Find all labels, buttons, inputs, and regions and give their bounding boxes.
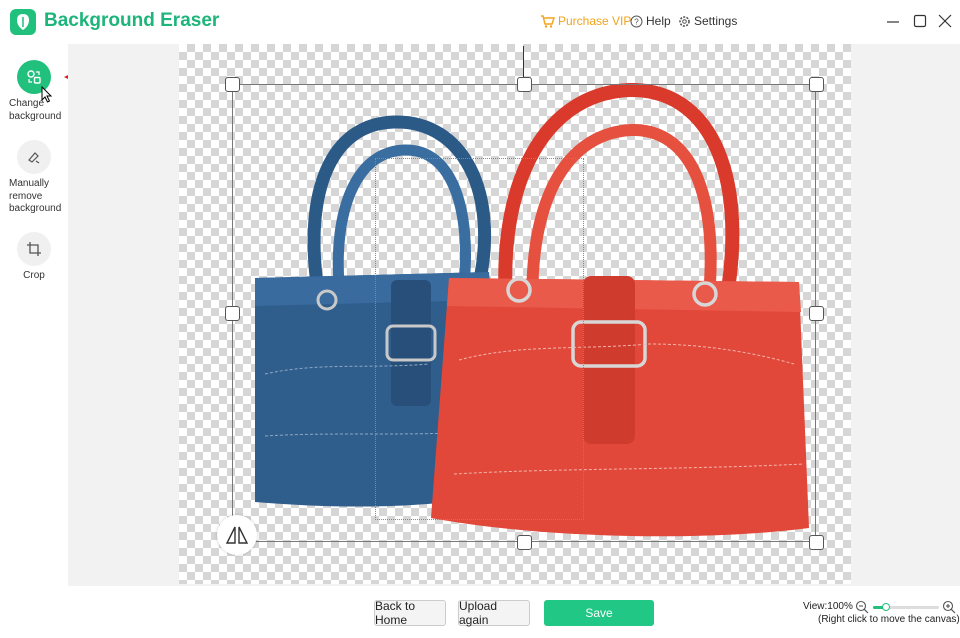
tool-change-background[interactable]: Change background xyxy=(0,60,68,123)
settings-button[interactable]: Settings xyxy=(678,14,737,28)
brush-icon xyxy=(17,140,51,174)
minimize-icon xyxy=(887,21,899,23)
selection-box[interactable] xyxy=(232,84,816,542)
close-icon xyxy=(938,14,952,28)
svg-text:?: ? xyxy=(634,17,639,26)
flip-button[interactable] xyxy=(217,515,257,555)
resize-handle-right[interactable] xyxy=(809,306,824,321)
purchase-vip-label: Purchase VIP xyxy=(558,14,632,28)
close-button[interactable] xyxy=(936,12,954,30)
zoom-in-icon[interactable] xyxy=(942,600,956,614)
resize-handle-top-right[interactable] xyxy=(809,77,824,92)
tool-label: Change background xyxy=(9,98,62,122)
back-to-home-button[interactable]: Back to Home xyxy=(374,599,446,627)
tool-label: Manually remove background xyxy=(9,178,62,214)
zoom-slider[interactable] xyxy=(873,603,939,611)
resize-handle-bottom-right[interactable] xyxy=(809,535,824,550)
resize-handle-bottom[interactable] xyxy=(517,535,532,550)
help-label: Help xyxy=(646,14,671,28)
app-title: Background Eraser xyxy=(44,10,220,31)
help-button[interactable]: ? Help xyxy=(630,14,671,28)
title-bar: Background Eraser Purchase VIP ? Help Se… xyxy=(0,0,960,44)
cart-icon xyxy=(541,14,555,28)
resize-handle-top[interactable] xyxy=(517,77,532,92)
view-zoom-label: View:100% xyxy=(803,601,853,612)
flip-icon xyxy=(225,526,249,544)
crop-icon xyxy=(17,232,51,266)
canvas-move-hint: (Right click to move the canvas) xyxy=(818,614,960,625)
gear-icon xyxy=(679,15,690,27)
purchase-vip-button[interactable]: Purchase VIP xyxy=(540,14,631,28)
mouse-cursor-icon xyxy=(41,86,53,103)
help-icon: ? xyxy=(630,15,643,27)
maximize-button[interactable] xyxy=(911,12,929,30)
minimize-button[interactable] xyxy=(884,12,902,30)
tool-crop[interactable]: Crop xyxy=(0,232,68,283)
resize-handle-left[interactable] xyxy=(225,306,240,321)
app-logo-icon xyxy=(10,9,36,35)
tool-manually-remove-background[interactable]: Manually remove background xyxy=(0,140,68,216)
settings-label: Settings xyxy=(694,14,738,28)
resize-handle-top-left[interactable] xyxy=(225,77,240,92)
tool-sidebar: Change background Manually remove backgr… xyxy=(0,44,68,638)
zoom-out-icon[interactable] xyxy=(855,600,869,614)
save-button[interactable]: Save xyxy=(544,600,654,626)
upload-again-button[interactable]: Upload again xyxy=(458,599,530,627)
tool-label: Crop xyxy=(23,270,45,281)
maximize-icon xyxy=(913,14,927,28)
